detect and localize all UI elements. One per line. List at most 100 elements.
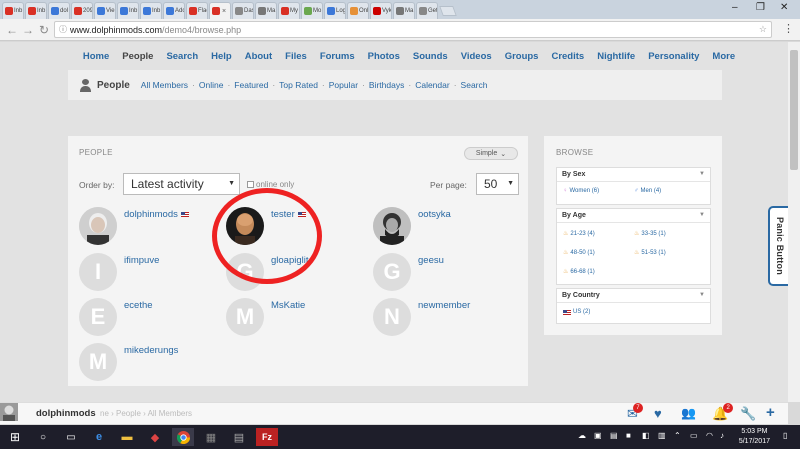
close-tab-icon[interactable]: ×	[222, 8, 226, 15]
volume-icon[interactable]: ♪	[720, 431, 724, 440]
browser-tab[interactable]: Onl×	[347, 2, 369, 19]
close-tab-icon[interactable]: ×	[46, 8, 47, 15]
order-by-select[interactable]: Latest activity ▼	[123, 173, 240, 195]
close-tab-icon[interactable]: ×	[161, 8, 162, 15]
subnav-link[interactable]: Online	[199, 80, 224, 90]
new-tab-button[interactable]	[439, 6, 457, 16]
close-tab-icon[interactable]: ×	[322, 8, 323, 15]
browser-tab[interactable]: Adc ×	[163, 2, 185, 19]
browser-tab[interactable]: Flac×	[186, 2, 208, 19]
close-tab-icon[interactable]: ×	[23, 8, 24, 15]
nav-item-about[interactable]: About	[245, 51, 272, 62]
action-center-icon[interactable]: ▯	[783, 431, 787, 440]
tray-icon[interactable]: ◧	[642, 431, 650, 440]
member-name-link[interactable]: mikederungs	[124, 345, 178, 356]
chevron-up-icon[interactable]: ⌃	[674, 431, 681, 440]
add-icon[interactable]: +	[766, 404, 775, 421]
browser-tab[interactable]: dol×	[48, 2, 70, 19]
tray-icon[interactable]: ▣	[594, 431, 602, 440]
heart-icon[interactable]: ♥	[654, 406, 662, 421]
chrome-icon[interactable]	[172, 428, 194, 446]
close-tab-icon[interactable]: ×	[69, 8, 70, 15]
forward-icon[interactable]: →	[20, 23, 36, 37]
nav-item-sounds[interactable]: Sounds	[413, 51, 448, 62]
member-name-link[interactable]: dolphinmods	[124, 209, 189, 220]
nav-item-photos[interactable]: Photos	[368, 51, 400, 62]
nav-item-people[interactable]: People	[122, 51, 153, 62]
filezilla-icon[interactable]: Fz	[256, 428, 278, 446]
browse-age-link[interactable]: ♨ 51-53 (1)	[634, 249, 666, 256]
wrench-icon[interactable]: 🔧	[740, 406, 756, 422]
task-view-icon[interactable]: ▭	[60, 428, 82, 446]
browse-age-link[interactable]: ♨ 21-23 (4)	[563, 230, 595, 237]
browser-tab[interactable]: Ma×	[393, 2, 415, 19]
browser-tab[interactable]: Vie×	[94, 2, 116, 19]
nav-item-forums[interactable]: Forums	[320, 51, 355, 62]
close-tab-icon[interactable]: ×	[138, 8, 139, 15]
nav-item-more[interactable]: More	[712, 51, 735, 62]
subnav-link[interactable]: Birthdays	[369, 80, 404, 90]
avatar[interactable]: I	[79, 253, 117, 291]
browser-tab[interactable]: Inb×	[2, 2, 24, 19]
nav-item-videos[interactable]: Videos	[461, 51, 492, 62]
by-age-header[interactable]: By Age ▼	[557, 209, 710, 223]
wifi-icon[interactable]: ◠	[706, 431, 713, 440]
reload-icon[interactable]: ↻	[36, 23, 52, 37]
page-scrollbar[interactable]	[788, 42, 800, 402]
member-name-link[interactable]: MsKatie	[271, 300, 305, 311]
per-page-select[interactable]: 50 ▼	[476, 173, 519, 195]
browse-age-link[interactable]: ♨ 48-50 (1)	[563, 249, 595, 256]
member-name-link[interactable]: geesu	[418, 255, 444, 266]
bell-icon[interactable]: 🔔 2	[712, 403, 734, 422]
browser-tab[interactable]: Mo×	[301, 2, 323, 19]
nav-item-home[interactable]: Home	[83, 51, 109, 62]
browser-tab[interactable]: 209 ×	[71, 2, 93, 19]
back-icon[interactable]: ←	[4, 23, 20, 37]
subnav-link[interactable]: All Members	[141, 80, 188, 90]
app-icon[interactable]: ▤	[228, 428, 250, 446]
browse-age-link[interactable]: ♨ 33-35 (1)	[634, 230, 666, 237]
close-tab-icon[interactable]: ×	[414, 8, 415, 15]
bookmark-star-icon[interactable]: ☆	[759, 24, 767, 35]
address-bar[interactable]: ⓘ www.dolphinmods.com/demo4/browse.php ☆	[54, 21, 772, 38]
battery-icon[interactable]: ▭	[690, 431, 698, 440]
nav-item-groups[interactable]: Groups	[505, 51, 539, 62]
nav-item-personality[interactable]: Personality	[648, 51, 699, 62]
taskbar-clock[interactable]: 5:03 PM 5/17/2017	[739, 427, 770, 447]
friends-icon[interactable]: 👥	[681, 406, 696, 420]
avatar[interactable]: E	[79, 298, 117, 336]
close-tab-icon[interactable]: ×	[276, 8, 277, 15]
subnav-link[interactable]: Search	[461, 80, 488, 90]
browser-tab[interactable]: Log ×	[324, 2, 346, 19]
view-mode-button[interactable]: Simple ⌄	[464, 147, 518, 160]
by-country-header[interactable]: By Country ▼	[557, 289, 710, 303]
search-icon[interactable]: ○	[32, 428, 54, 446]
member-name-link[interactable]: tester	[271, 209, 306, 220]
browser-tab[interactable]: Inb×	[25, 2, 47, 19]
tray-icon[interactable]: ■	[626, 431, 631, 440]
cloud-icon[interactable]: ☁	[578, 431, 586, 440]
app-icon[interactable]: ▦	[200, 428, 222, 446]
member-name-link[interactable]: newmember	[418, 300, 470, 311]
member-name-link[interactable]: ootsyka	[418, 209, 451, 220]
avatar[interactable]: M	[226, 298, 264, 336]
avatar[interactable]	[79, 207, 117, 245]
browse-women-link[interactable]: ♀ Women (6)	[563, 188, 599, 194]
bottom-username[interactable]: dolphinmods	[36, 408, 96, 419]
mail-icon[interactable]: ✉ 7	[627, 403, 643, 422]
nav-item-credits[interactable]: Credits	[551, 51, 584, 62]
nav-item-files[interactable]: Files	[285, 51, 307, 62]
close-tab-icon[interactable]: ×	[299, 8, 300, 15]
avatar[interactable]: N	[373, 298, 411, 336]
browse-country-link[interactable]: US (2)	[563, 309, 590, 315]
checkbox-box[interactable]	[247, 181, 254, 188]
avatar[interactable]	[226, 207, 264, 245]
scrollbar-thumb[interactable]	[790, 50, 798, 170]
browser-tab[interactable]: ×	[209, 2, 231, 19]
member-name-link[interactable]: ecethe	[124, 300, 153, 311]
windows-start-icon[interactable]: ⊞	[4, 428, 26, 446]
subnav-link[interactable]: Featured	[234, 80, 268, 90]
browser-tab[interactable]: My×	[278, 2, 300, 19]
browser-tab[interactable]: Get ×	[416, 2, 438, 19]
page-info-icon[interactable]: ⓘ	[59, 24, 67, 35]
